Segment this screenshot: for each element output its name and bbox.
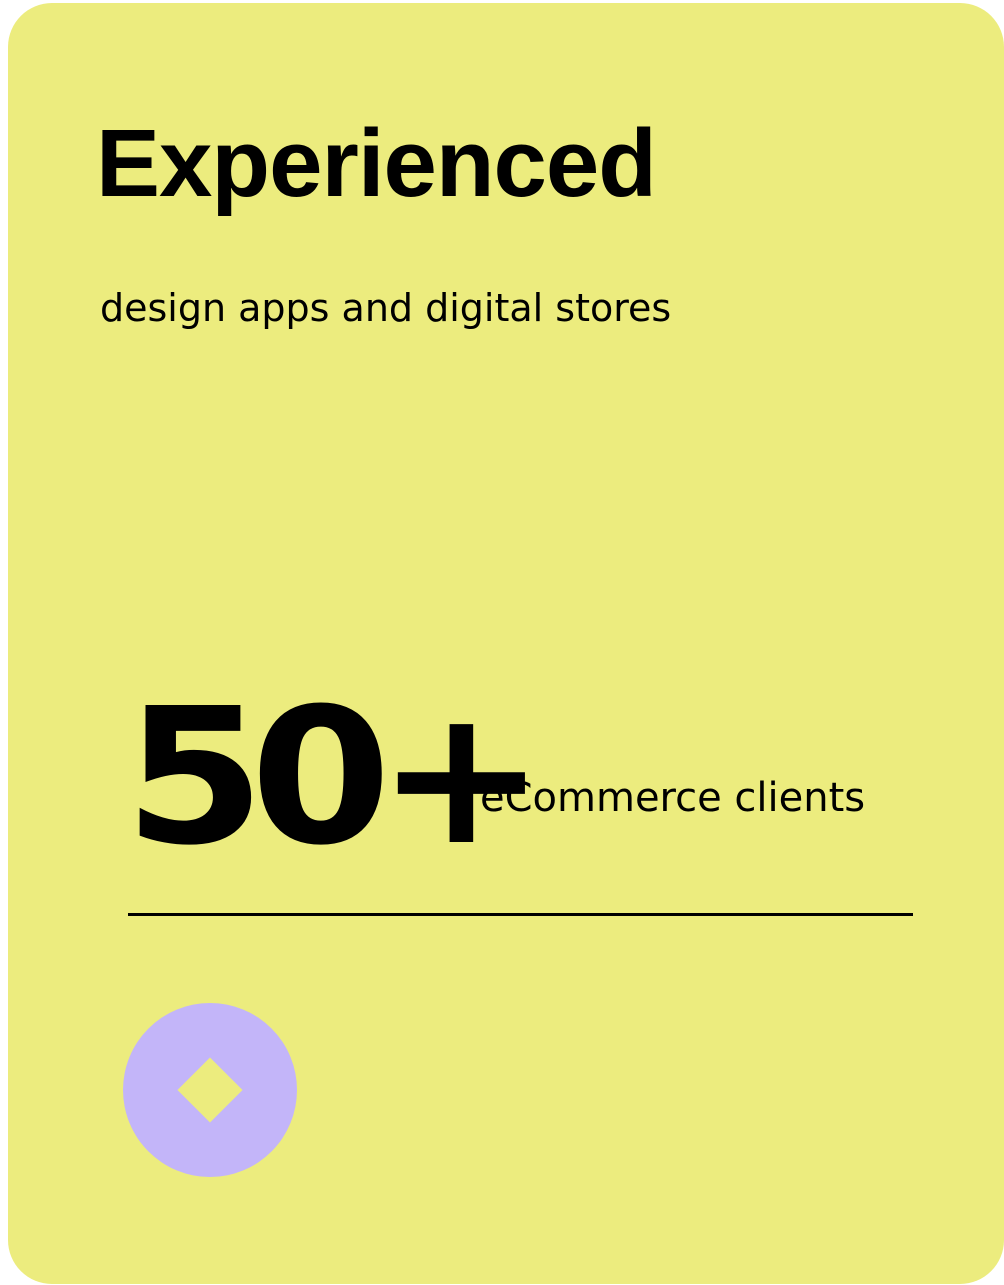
diamond-icon	[170, 1050, 250, 1130]
card-title: Experienced	[96, 110, 657, 217]
badge-circle	[123, 1003, 297, 1177]
divider	[128, 913, 913, 916]
feature-card: Experienced design apps and digital stor…	[8, 3, 1004, 1284]
stat-value: 50+	[124, 668, 546, 887]
card-subtitle: design apps and digital stores	[100, 286, 672, 330]
stat-label: eCommerce clients	[480, 775, 866, 821]
